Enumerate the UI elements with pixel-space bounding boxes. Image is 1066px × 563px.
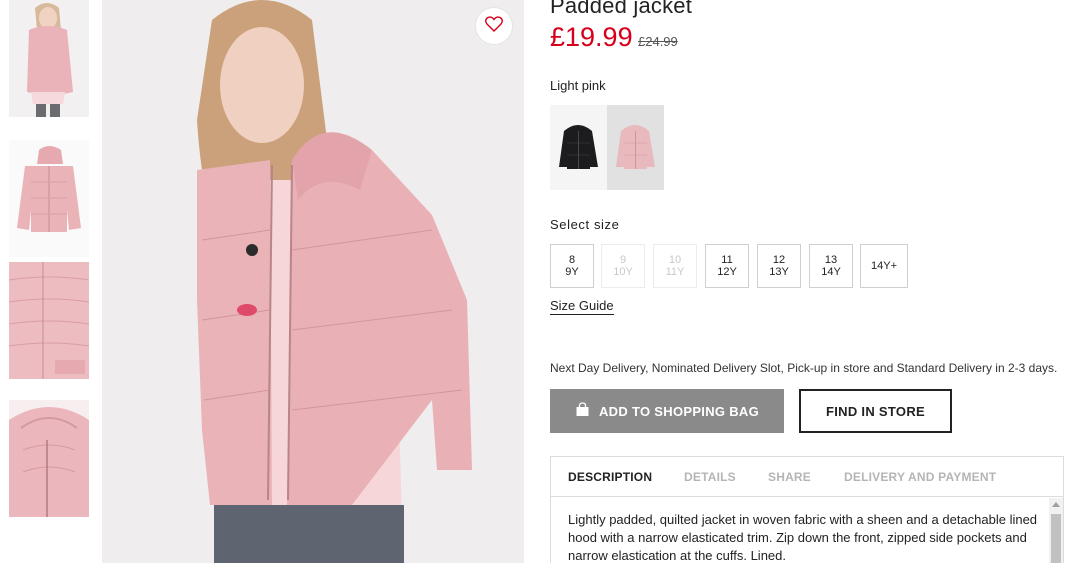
info-tabs: DESCRIPTION DETAILS SHARE DELIVERY AND P… [551, 457, 1063, 497]
size-option-9-10y[interactable]: 9 10Y [601, 244, 645, 288]
add-to-bag-label: ADD TO SHOPPING BAG [598, 403, 760, 419]
shopping-bag-icon [575, 402, 590, 420]
add-to-bag-button[interactable]: ADD TO SHOPPING BAG [550, 389, 784, 433]
thumbnail-model-full[interactable] [9, 0, 89, 117]
size-option-10-11y[interactable]: 10 11Y [653, 244, 697, 288]
product-description: Lightly padded, quilted jacket in woven … [568, 512, 1038, 563]
heart-icon [485, 15, 503, 37]
thumbnail-jacket-hood[interactable] [9, 400, 89, 517]
tab-delivery-and-payment[interactable]: DELIVERY AND PAYMENT [844, 470, 996, 484]
size-line1: 14Y+ [871, 260, 897, 272]
size-line1: 10 [668, 254, 682, 266]
size-option-12-13y[interactable]: 12 13Y [757, 244, 801, 288]
color-swatch-black[interactable] [550, 105, 607, 190]
tab-share[interactable]: SHARE [768, 470, 811, 484]
thumbnail-jacket-front[interactable] [9, 140, 89, 257]
color-swatch-light-pink[interactable] [607, 105, 664, 190]
size-option-11-12y[interactable]: 11 12Y [705, 244, 749, 288]
size-guide-link[interactable]: Size Guide [550, 298, 614, 315]
select-size-label: Select size [550, 217, 620, 232]
size-line1: 11 [721, 254, 733, 266]
size-line2: 12Y [717, 266, 737, 278]
old-price: £24.99 [638, 34, 678, 49]
size-line2: 9Y [565, 266, 579, 278]
product-info-panel: DESCRIPTION DETAILS SHARE DELIVERY AND P… [550, 456, 1064, 563]
thumbnail-jacket-sleeve[interactable] [9, 262, 89, 379]
description-scrollbar[interactable] [1049, 498, 1063, 563]
product-price: £19.99 [550, 22, 633, 52]
size-line1: 12 [772, 254, 786, 266]
find-in-store-button[interactable]: FIND IN STORE [799, 389, 952, 433]
size-line1: 13 [824, 254, 838, 266]
scroll-up-arrow-icon[interactable] [1052, 502, 1060, 507]
tab-description[interactable]: DESCRIPTION [568, 470, 652, 484]
size-option-8-9y[interactable]: 8 9Y [550, 244, 594, 288]
size-line2: 11Y [665, 266, 685, 278]
size-option-13-14y[interactable]: 13 14Y [809, 244, 853, 288]
tab-details[interactable]: DETAILS [684, 470, 736, 484]
main-product-image[interactable] [102, 0, 524, 563]
size-line1: 8 [568, 254, 576, 266]
product-title: Padded jacket [550, 0, 693, 18]
favorite-button[interactable] [475, 7, 513, 45]
scrollbar-thumb[interactable] [1051, 514, 1061, 563]
delivery-info: Next Day Delivery, Nominated Delivery Sl… [550, 361, 1058, 375]
size-line2: 14Y [821, 266, 841, 278]
size-option-14y-plus[interactable]: 14Y+ [860, 244, 908, 288]
selected-color-label: Light pink [550, 78, 606, 93]
size-line2: 13Y [769, 266, 789, 278]
size-line2: 10Y [613, 266, 633, 278]
size-line1: 9 [619, 254, 627, 266]
